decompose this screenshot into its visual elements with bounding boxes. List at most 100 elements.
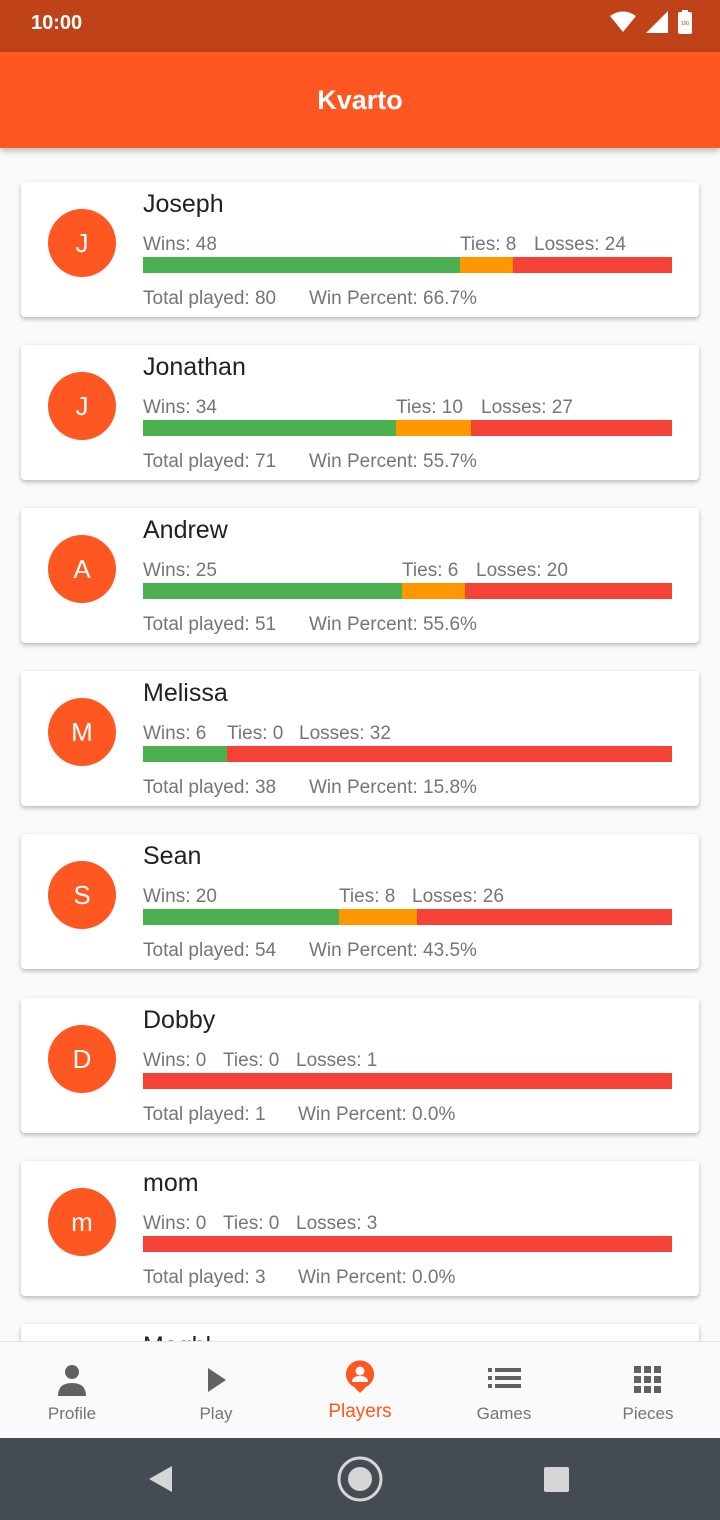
ties-segment <box>396 420 471 436</box>
player-name: mom <box>143 1169 199 1197</box>
back-icon[interactable] <box>146 1464 174 1494</box>
player-name: Meghl <box>143 1332 211 1341</box>
record-bar <box>143 746 672 762</box>
player-name: Andrew <box>143 516 228 544</box>
player-name: Melissa <box>143 679 228 707</box>
losses-label: Losses: 32 <box>299 723 391 744</box>
nav-label: Games <box>476 1404 532 1423</box>
player-card[interactable]: S Sean Wins: 20 Ties: 8 Losses: 26 Total… <box>21 834 699 969</box>
total-played: Total played: 3 <box>143 1267 266 1288</box>
wins-segment <box>143 583 403 599</box>
avatar: S <box>48 861 116 929</box>
total-played: Total played: 54 <box>143 940 277 961</box>
play-icon <box>208 1368 226 1392</box>
wins-label: Wins: 0 <box>143 1050 207 1071</box>
nav-games[interactable]: Games <box>432 1342 576 1439</box>
nav-label: Play <box>199 1404 233 1423</box>
wins-segment <box>143 909 339 925</box>
record-bar <box>143 420 672 436</box>
wins-label: Wins: 0 <box>143 1213 207 1234</box>
ties-segment <box>460 257 514 273</box>
list-icon <box>488 1368 521 1388</box>
losses-segment <box>226 746 672 762</box>
player-card[interactable]: A Andrew Wins: 25 Ties: 6 Losses: 20 Tot… <box>21 508 699 643</box>
ties-label: Ties: 8 <box>339 886 396 907</box>
status-time: 10:00 <box>31 12 83 34</box>
nav-play[interactable]: Play <box>144 1342 288 1439</box>
losses-label: Losses: 3 <box>296 1213 378 1234</box>
losses-segment <box>143 1073 672 1089</box>
wifi-icon <box>610 11 636 32</box>
total-played: Total played: 38 <box>143 777 277 798</box>
player-card[interactable]: D Dobby Wins: 0 Ties: 0 Losses: 1 Total … <box>21 998 699 1133</box>
player-card[interactable]: J Jonathan Wins: 34 Ties: 10 Losses: 27 … <box>21 345 699 480</box>
record-bar <box>143 583 672 599</box>
svg-text:100: 100 <box>681 21 690 27</box>
nav-label: Profile <box>47 1404 97 1423</box>
recents-icon[interactable] <box>543 1466 570 1493</box>
record-bar <box>143 909 672 925</box>
avatar: m <box>48 1188 116 1256</box>
avatar: D <box>48 1025 116 1093</box>
ties-label: Ties: 0 <box>223 1050 280 1071</box>
system-navigation-bar <box>0 1438 720 1520</box>
players-list[interactable]: J Joseph Wins: 48 Ties: 8 Losses: 24 Tot… <box>0 148 720 1341</box>
ties-label: Ties: 0 <box>227 723 284 744</box>
ties-label: Ties: 0 <box>223 1213 280 1234</box>
win-percent: Win Percent: 15.8% <box>309 777 477 798</box>
wins-segment <box>143 257 461 273</box>
ties-segment <box>402 583 465 599</box>
battery-icon: 100 <box>678 10 692 34</box>
record-bar <box>143 1236 672 1252</box>
ties-segment <box>338 909 418 925</box>
nav-label: Players <box>328 1401 392 1422</box>
player-name: Joseph <box>143 190 224 218</box>
win-percent: Win Percent: 43.5% <box>309 940 477 961</box>
app-title: Kvarto <box>317 85 403 115</box>
ties-label: Ties: 8 <box>460 234 517 255</box>
losses-label: Losses: 27 <box>481 397 573 418</box>
losses-label: Losses: 20 <box>476 560 568 581</box>
bottom-navigation: Profile Play Players Games Pieces <box>0 1341 720 1438</box>
wins-label: Wins: 25 <box>143 560 217 581</box>
player-card[interactable]: Meghl <box>21 1324 699 1341</box>
losses-segment <box>464 583 672 599</box>
nav-label: Pieces <box>622 1404 674 1423</box>
status-bar: 10:00 100 <box>0 0 720 52</box>
nav-profile[interactable]: Profile <box>0 1342 144 1439</box>
nav-pieces[interactable]: Pieces <box>576 1342 720 1439</box>
ties-label: Ties: 10 <box>396 397 463 418</box>
total-played: Total played: 1 <box>143 1104 266 1125</box>
win-percent: Win Percent: 55.6% <box>309 614 477 635</box>
wins-label: Wins: 6 <box>143 723 207 744</box>
home-icon[interactable] <box>335 1454 385 1504</box>
wins-label: Wins: 34 <box>143 397 217 418</box>
ties-label: Ties: 6 <box>402 560 459 581</box>
losses-segment <box>143 1236 672 1252</box>
person-icon <box>58 1365 86 1396</box>
avatar: J <box>48 372 116 440</box>
player-card[interactable]: J Joseph Wins: 48 Ties: 8 Losses: 24 Tot… <box>21 182 699 317</box>
losses-label: Losses: 1 <box>296 1050 378 1071</box>
player-name: Sean <box>143 842 202 870</box>
record-bar <box>143 1073 672 1089</box>
wins-segment <box>143 420 397 436</box>
win-percent: Win Percent: 66.7% <box>309 288 477 309</box>
avatar: A <box>48 535 116 603</box>
losses-segment <box>470 420 672 436</box>
record-bar <box>143 257 672 273</box>
losses-label: Losses: 24 <box>534 234 626 255</box>
players-icon <box>346 1360 374 1393</box>
nav-players[interactable]: Players <box>288 1342 432 1439</box>
win-percent: Win Percent: 0.0% <box>298 1267 456 1288</box>
avatar: M <box>48 698 116 766</box>
avatar: J <box>48 209 116 277</box>
total-played: Total played: 71 <box>143 451 277 472</box>
signal-icon <box>646 11 668 33</box>
player-card[interactable]: m mom Wins: 0 Ties: 0 Losses: 3 Total pl… <box>21 1161 699 1296</box>
losses-segment <box>513 257 672 273</box>
losses-label: Losses: 26 <box>412 886 504 907</box>
total-played: Total played: 80 <box>143 288 277 309</box>
wins-label: Wins: 20 <box>143 886 217 907</box>
player-card[interactable]: M Melissa Wins: 6 Ties: 0 Losses: 32 Tot… <box>21 671 699 806</box>
